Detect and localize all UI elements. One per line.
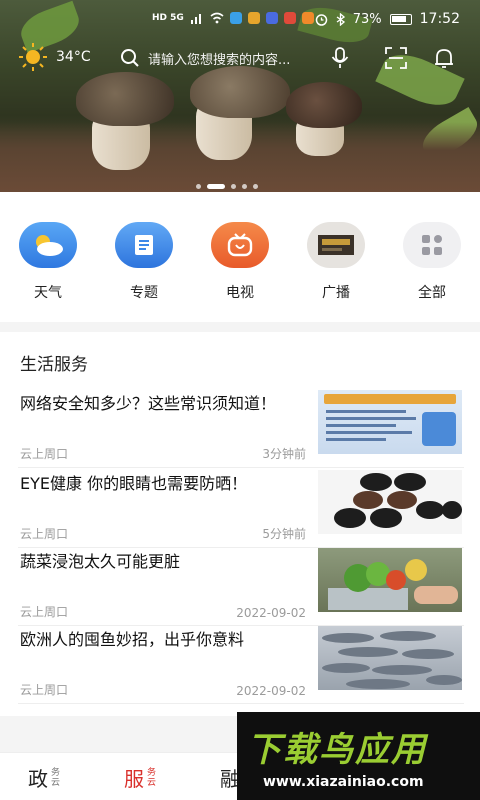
watermark-overlay: 下载鸟应用 www.xiazainiao.com [237,712,480,800]
signal-icon [190,14,201,24]
notification-app-icon [301,12,314,24]
tab-government[interactable]: 政 务云 [28,763,63,792]
news-source: 云上周口 [20,605,69,619]
weather-widget[interactable]: 34°C [18,42,91,72]
news-title: EYE健康 你的眼睛也需要防晒！ [20,474,248,493]
tab-sublabel: 务云 [51,767,61,788]
temperature-text: 34°C [56,49,91,65]
news-item[interactable]: EYE健康 你的眼睛也需要防晒！ 云上周口 5分钟前 [18,470,464,548]
tab-sublabel: 务云 [147,767,157,788]
mushroom-cap [76,72,174,126]
news-thumbnail [318,390,462,454]
divider [18,467,464,468]
vegetables-image [328,559,458,610]
news-title: 欧洲人的囤鱼妙招，出乎你意料 [20,630,245,649]
hero-banner[interactable]: HD 5G 73% 17:52 34°C 请输入您想搜索的内容... [0,0,480,192]
news-source: 云上周口 [20,527,69,541]
sunglasses-image [334,473,462,528]
quick-nav-label: 专题 [130,285,158,301]
quick-nav-label: 广播 [322,285,350,301]
scan-icon[interactable] [384,46,408,70]
fish-image [322,631,462,689]
app-screen: HD 5G 73% 17:52 34°C 请输入您想搜索的内容... 天气 专题… [0,0,480,800]
news-thumbnail [318,626,462,690]
quick-nav: 天气 专题 电视 广播 全部 [0,192,480,322]
top-bar: 34°C 请输入您想搜索的内容... [0,38,480,78]
grid-icon [403,222,461,268]
news-time: 2022-09-02 [236,684,306,698]
news-item[interactable]: 欧洲人的囤鱼妙招，出乎你意料 云上周口 2022-09-02 [18,626,464,704]
quick-nav-label: 电视 [226,285,254,301]
pager-dot[interactable] [253,184,258,189]
quick-nav-radio[interactable]: 广播 [296,222,376,302]
search-bar[interactable]: 请输入您想搜索的内容... [120,44,360,72]
news-time: 2022-09-02 [236,606,306,620]
mic-icon[interactable] [328,46,352,70]
notification-app-icon [247,12,260,24]
wifi-icon [210,12,224,24]
pager-dot[interactable] [242,184,247,189]
watermark-title: 下载鸟应用 [247,730,427,770]
notification-app-icon [265,12,278,24]
tab-label: 服 [124,767,144,791]
topic-icon [115,222,173,268]
notification-app-icon [229,12,242,24]
quick-nav-tv[interactable]: 电视 [200,222,280,302]
tv-icon [211,222,269,268]
life-service-section: 生活服务 网络安全知多少？这些常识须知道！ 云上周口 3分钟前 EYE健康 你的… [0,332,480,716]
quick-nav-label: 全部 [418,285,446,301]
tab-service[interactable]: 服 务云 [124,763,159,792]
network-tags: HD 5G [152,13,184,23]
watermark-url: www.xiazainiao.com [263,774,424,790]
section-title: 生活服务 [20,355,88,375]
quick-nav-weather[interactable]: 天气 [8,222,88,302]
radio-icon [307,222,365,268]
alarm-icon [315,13,327,26]
quick-nav-label: 天气 [34,285,62,301]
search-placeholder: 请输入您想搜索的内容... [148,52,291,68]
news-thumbnail [318,470,462,534]
news-source: 云上周口 [20,683,69,697]
quick-nav-all[interactable]: 全部 [392,222,472,302]
security-article-image [324,394,456,446]
weather-icon [19,222,77,268]
clock-time: 17:52 [419,11,460,27]
battery-icon [389,13,412,25]
status-bar: HD 5G 73% 17:52 [0,0,480,38]
news-item[interactable]: 网络安全知多少？这些常识须知道！ 云上周口 3分钟前 [18,390,464,468]
news-title: 网络安全知多少？这些常识须知道！ [20,394,277,413]
banner-pager [196,184,258,189]
news-title: 蔬菜浸泡太久可能更脏 [20,552,181,571]
tab-label: 政 [28,767,48,791]
search-icon [121,49,139,67]
bell-icon[interactable] [432,46,456,70]
divider [18,703,464,704]
bluetooth-icon [336,12,345,26]
sun-icon [18,42,48,72]
pager-dot[interactable] [196,184,201,189]
news-time: 3分钟前 [262,447,306,461]
news-item[interactable]: 蔬菜浸泡太久可能更脏 云上周口 2022-09-02 [18,548,464,626]
news-source: 云上周口 [20,447,69,461]
news-time: 5分钟前 [262,527,306,541]
pager-dot-active[interactable] [207,184,225,189]
pager-dot[interactable] [231,184,236,189]
quick-nav-topic[interactable]: 专题 [104,222,184,302]
mushroom-cap [286,82,362,128]
notification-app-icon [283,12,296,24]
battery-percent: 73% [352,11,382,27]
news-thumbnail [318,548,462,612]
